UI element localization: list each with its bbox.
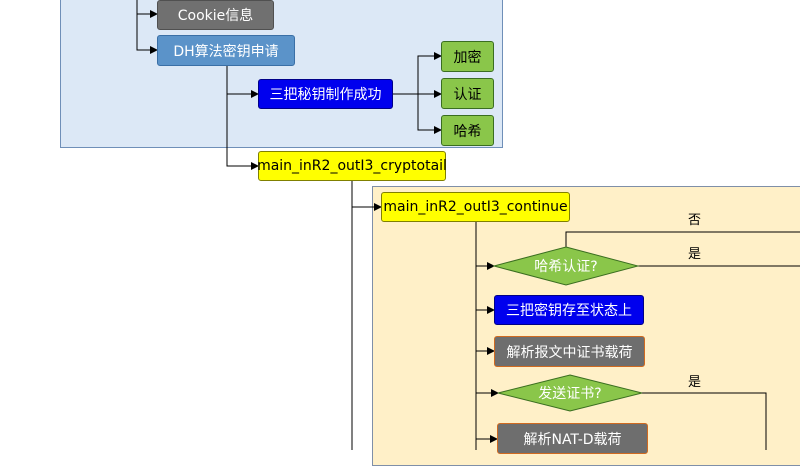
edge-to-encrypt bbox=[393, 52, 442, 95]
hash-auth-question: 哈希认证? bbox=[534, 259, 598, 275]
parse-natd-label: 解析NAT-D载荷 bbox=[523, 431, 622, 448]
three-keys-made-label: 三把秘钥制作成功 bbox=[269, 87, 382, 103]
edge-send-cert-yes bbox=[642, 392, 767, 450]
cookie-node: Cookie信息 bbox=[157, 0, 274, 30]
edge-to-three-keys bbox=[226, 66, 259, 98]
edge-to-cookie bbox=[136, 0, 158, 18]
store-keys-node: 三把密钥存至状态上 bbox=[494, 295, 644, 325]
edge-to-dh bbox=[136, 14, 158, 54]
parse-natd-node: 解析NAT-D载荷 bbox=[497, 423, 648, 454]
edge-hash-auth-no bbox=[565, 231, 800, 248]
continue-node: main_inR2_outI3_continue bbox=[381, 192, 570, 222]
edge-label-no: 否 bbox=[688, 213, 702, 228]
cookie-label: Cookie信息 bbox=[177, 8, 254, 24]
edge-label-yes-hash: 是 bbox=[688, 247, 702, 262]
store-keys-label: 三把密钥存至状态上 bbox=[506, 303, 632, 319]
edge-to-hash bbox=[417, 94, 442, 134]
edge-label-yes-cert: 是 bbox=[688, 375, 702, 390]
dh-request-node: DH算法密钥申请 bbox=[157, 35, 295, 66]
parse-cert-node: 解析报文中证书载荷 bbox=[494, 336, 645, 367]
parse-cert-label: 解析报文中证书载荷 bbox=[506, 344, 633, 361]
send-cert-question: 发送证书? bbox=[538, 386, 602, 402]
three-keys-made-node: 三把秘钥制作成功 bbox=[258, 79, 393, 109]
edge-to-cryptotail bbox=[226, 94, 259, 170]
encrypt-node: 加密 bbox=[441, 41, 494, 72]
hash-label: 哈希 bbox=[453, 123, 482, 140]
authenticate-label: 认证 bbox=[453, 86, 482, 103]
connector-lines bbox=[136, 0, 800, 450]
cryptotail-node: main_inR2_outI3_cryptotail bbox=[257, 151, 447, 181]
cryptotail-label: main_inR2_outI3_cryptotail bbox=[257, 158, 447, 174]
encrypt-label: 加密 bbox=[453, 49, 482, 66]
continue-label: main_inR2_outI3_continue bbox=[383, 199, 568, 215]
hash-node: 哈希 bbox=[441, 115, 494, 146]
dh-request-label: DH算法密钥申请 bbox=[173, 43, 279, 60]
authenticate-node: 认证 bbox=[441, 78, 494, 109]
